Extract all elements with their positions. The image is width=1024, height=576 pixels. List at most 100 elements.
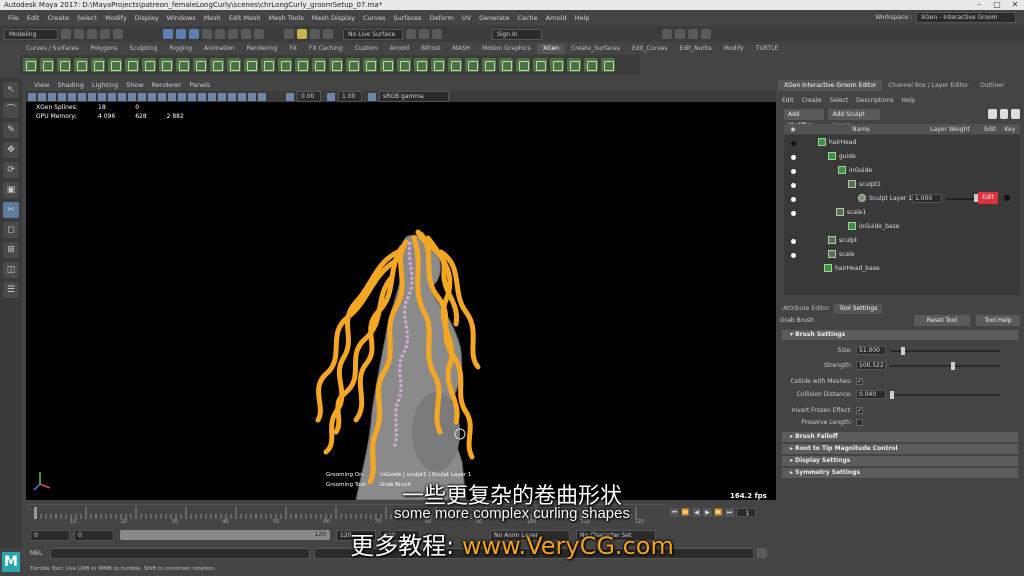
tab-outliner[interactable]: Outliner <box>974 80 1010 91</box>
xgen-grab-brush-icon[interactable] <box>57 58 71 72</box>
display-settings-section[interactable]: ▸ Display Settings <box>782 456 1018 466</box>
menu-arnold[interactable]: Arnold <box>546 14 567 22</box>
xgen-extra-1-icon[interactable] <box>380 58 394 72</box>
xgen-repel-brush-icon[interactable] <box>346 58 360 72</box>
vp-menu-panels[interactable]: Panels <box>189 81 210 89</box>
shelf-tab-curves-surfaces[interactable]: Curves / Surfaces <box>20 44 85 54</box>
resolution-gate-icon[interactable] <box>88 92 96 101</box>
shelf-tab-fx[interactable]: FX <box>283 44 303 54</box>
shelf-tab-arnold[interactable]: Arnold <box>384 44 415 54</box>
xgen-length-brush-icon[interactable] <box>108 58 122 72</box>
xgen-extra-5-icon[interactable] <box>448 58 462 72</box>
vp-menu-show[interactable]: Show <box>126 81 144 89</box>
maximize-button[interactable]: □ <box>988 0 1006 10</box>
xray-components-icon[interactable] <box>258 92 266 101</box>
single-view-layout-icon[interactable]: ◻ <box>3 222 19 238</box>
layer-weight-slider[interactable] <box>946 198 976 200</box>
select-object-icon[interactable] <box>176 29 186 39</box>
tool-help-button[interactable]: Tool Help <box>976 314 1020 326</box>
shelf-tab-custom[interactable]: Custom <box>349 44 384 54</box>
menu-modify[interactable]: Modify <box>105 14 127 22</box>
color-space-dropdown[interactable]: sRGB gamma <box>379 91 449 102</box>
toggle-attribute-editor-icon[interactable] <box>675 29 685 39</box>
tree-item-inguide-base[interactable]: inGuide_base <box>848 222 899 230</box>
edit-layer-button[interactable]: Edit <box>978 192 998 204</box>
brush-falloff-section[interactable]: ▸ Brush Falloff <box>782 432 1018 442</box>
view-transform-icon[interactable] <box>368 92 376 101</box>
select-tool-icon[interactable]: ↖ <box>3 82 19 98</box>
history-icon[interactable] <box>284 29 294 39</box>
xgen-part-brush-icon[interactable] <box>193 58 207 72</box>
xgen-coil-brush-icon[interactable] <box>295 58 309 72</box>
shelf-tab-mash[interactable]: MASH <box>446 44 476 54</box>
shelf-tab-polygons[interactable]: Polygons <box>85 44 124 54</box>
visibility-dot[interactable] <box>791 141 796 146</box>
menu-help[interactable]: Help <box>575 14 590 22</box>
safe-title-icon[interactable] <box>128 92 136 101</box>
motion-blur-icon[interactable] <box>198 92 206 101</box>
gamma-field[interactable]: 1.00 <box>338 91 362 102</box>
close-button[interactable]: ✕ <box>1006 0 1024 10</box>
visibility-dot[interactable] <box>791 197 796 202</box>
toggle-channel-box-icon[interactable] <box>701 29 711 39</box>
two-view-layout-icon[interactable]: ◫ <box>3 262 19 278</box>
tree-item-sculpt-layer-1[interactable]: Sculpt Layer 1 <box>858 194 912 202</box>
smooth-shade-icon[interactable] <box>148 92 156 101</box>
shelf-tab-rendering[interactable]: Rendering <box>241 44 284 54</box>
xgen-smooth-brush-icon[interactable] <box>142 58 156 72</box>
bookmark-icon[interactable] <box>48 92 56 101</box>
groom-menu-select[interactable]: Select <box>830 97 849 104</box>
groom-menu-create[interactable]: Create <box>802 97 822 104</box>
shelf-tab-sculpting[interactable]: Sculpting <box>123 44 163 54</box>
groom-menu-help[interactable]: Help <box>901 97 915 104</box>
xgen-twist-brush-icon[interactable] <box>278 58 292 72</box>
tree-item-inguide[interactable]: inGuide <box>838 166 872 174</box>
size-field[interactable]: 51.000 <box>856 346 886 355</box>
menu-mesh-display[interactable]: Mesh Display <box>312 14 355 22</box>
xgen-extra-10-icon[interactable] <box>533 58 547 72</box>
xgen-extra-14-icon[interactable] <box>601 58 615 72</box>
grid-toggle-icon[interactable] <box>68 92 76 101</box>
ipr-icon[interactable] <box>310 29 320 39</box>
symmetry-settings-section[interactable]: ▸ Symmetry Settings <box>782 468 1018 478</box>
xgen-extra-3-icon[interactable] <box>414 58 428 72</box>
groom-menu-descriptions[interactable]: Descriptions <box>856 97 893 104</box>
collision-distance-knob[interactable] <box>890 391 894 399</box>
xgen-extra-7-icon[interactable] <box>482 58 496 72</box>
outliner-layout-icon[interactable]: ☰ <box>3 282 19 298</box>
xgen-width-brush-icon[interactable] <box>261 58 275 72</box>
preserve-length-checkbox[interactable] <box>856 419 863 426</box>
tree-item-hairhead[interactable]: hairHead <box>818 138 856 146</box>
tab-attribute-editor[interactable]: Attribute Editor <box>778 304 834 314</box>
tree-item-scale[interactable]: scale <box>828 250 854 258</box>
menu-surfaces[interactable]: Surfaces <box>394 14 422 22</box>
strength-slider-knob[interactable] <box>950 362 955 370</box>
description-icon[interactable] <box>988 109 997 119</box>
collide-with-meshes-checkbox[interactable]: ✓ <box>856 378 863 385</box>
collision-distance-slider[interactable] <box>890 394 1000 396</box>
anti-aliasing-icon[interactable] <box>208 92 216 101</box>
visibility-dot[interactable] <box>791 253 796 258</box>
xgen-cut-brush-icon[interactable] <box>125 58 139 72</box>
lasso-tool-icon[interactable]: ⌒ <box>3 102 19 118</box>
vp-menu-lighting[interactable]: Lighting <box>92 81 118 89</box>
paint-select-icon[interactable]: ✎ <box>3 122 19 138</box>
xgen-clump-brush-icon[interactable] <box>176 58 190 72</box>
groom-menu-edit[interactable]: Edit <box>782 97 794 104</box>
visibility-dot[interactable] <box>791 183 796 188</box>
menu-mesh[interactable]: Mesh <box>204 14 221 22</box>
safe-action-icon[interactable] <box>118 92 126 101</box>
xgen-sculpt-brush-icon[interactable] <box>363 58 377 72</box>
menu-mesh-tools[interactable]: Mesh Tools <box>269 14 304 22</box>
snap-curve-icon[interactable] <box>215 29 225 39</box>
camera-attributes-icon[interactable] <box>38 92 46 101</box>
snap-surface-icon[interactable] <box>254 29 264 39</box>
menu-uv[interactable]: UV <box>462 14 471 22</box>
shelf-tab-motion-graphics[interactable]: Motion Graphics <box>476 44 537 54</box>
viewport-3d[interactable] <box>26 102 776 500</box>
move-tool-icon[interactable]: ✥ <box>3 142 19 158</box>
key-dot[interactable] <box>1004 195 1010 201</box>
film-gate-icon[interactable] <box>78 92 86 101</box>
screen-space-ao-icon[interactable] <box>188 92 196 101</box>
field-chart-icon[interactable] <box>108 92 116 101</box>
